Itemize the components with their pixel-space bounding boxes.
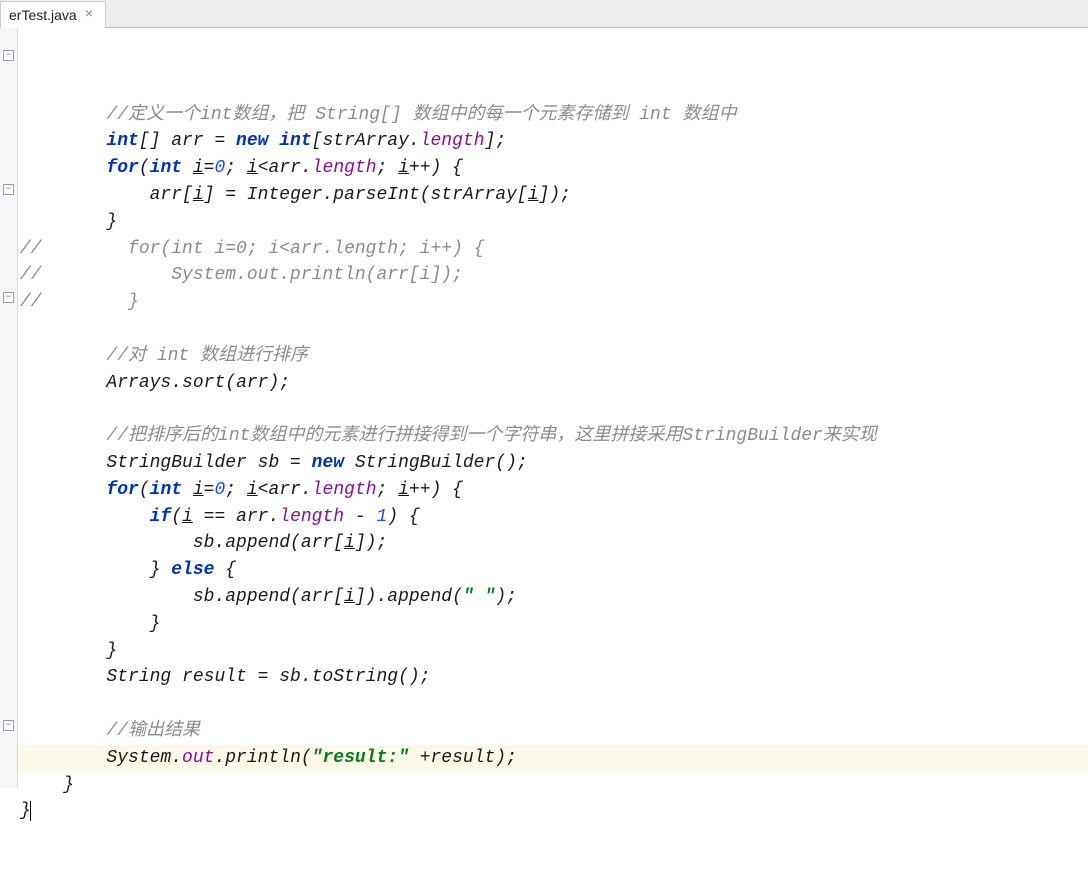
tab-bar: erTest.java × bbox=[0, 0, 1088, 28]
code-content: //定义一个int数组，把 String[] 数组中的每一个元素存储到 int … bbox=[20, 102, 1088, 826]
gutter: − − − − bbox=[0, 28, 18, 788]
editor-wrap: − − − − //定义一个int数组，把 String[] 数组中的每一个元素… bbox=[0, 28, 1088, 788]
tab-label: erTest.java bbox=[9, 7, 77, 23]
fold-icon[interactable]: − bbox=[3, 50, 14, 61]
fold-icon[interactable]: − bbox=[3, 720, 14, 731]
file-tab[interactable]: erTest.java × bbox=[0, 1, 106, 28]
text-caret bbox=[30, 801, 31, 821]
fold-icon[interactable]: − bbox=[3, 292, 14, 303]
close-icon[interactable]: × bbox=[83, 7, 95, 23]
code-editor[interactable]: //定义一个int数组，把 String[] 数组中的每一个元素存储到 int … bbox=[18, 28, 1088, 788]
fold-icon[interactable]: − bbox=[3, 184, 14, 195]
